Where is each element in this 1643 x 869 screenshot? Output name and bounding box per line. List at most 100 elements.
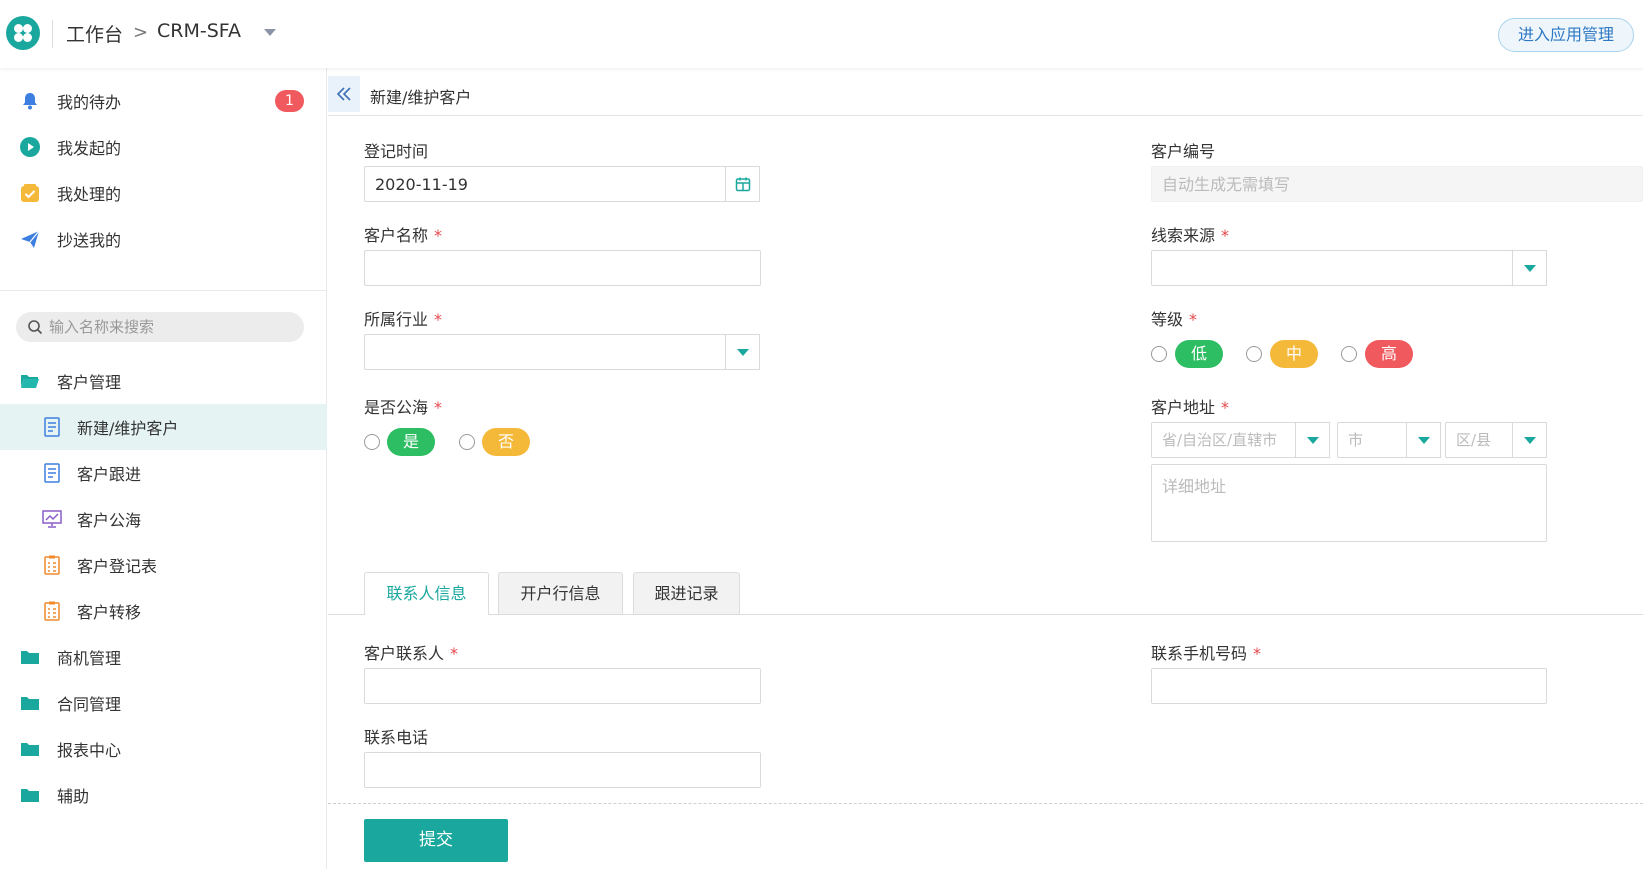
app-logo-icon[interactable] [6,16,40,50]
register-time-input[interactable] [364,166,726,202]
industry-label: 所属行业 * [364,310,443,329]
todo-count-badge: 1 [275,90,304,112]
mobile-input[interactable] [1151,668,1547,704]
contact-person-label: 客户联系人 * [364,644,459,663]
customer-no-label: 客户编号 [1151,142,1216,161]
customer-no-input [1151,166,1643,202]
sidebar-search-input[interactable] [49,312,294,342]
address-label: 客户地址 * [1151,398,1230,417]
sidebar-search[interactable] [16,312,304,342]
district-dropdown-button[interactable] [1512,422,1547,458]
sidebar-item-label: 客户登记表 [77,557,158,576]
mobile-label: 联系手机号码 * [1151,644,1262,663]
public-sea-no-radio[interactable] [459,434,475,450]
level-label: 等级 * [1151,310,1198,329]
province-select[interactable] [1151,422,1296,458]
sidebar-group-contract[interactable]: 合同管理 [0,680,327,726]
header-divider [52,20,53,48]
sidebar-item-label: 我的待办 [57,93,122,112]
required-mark: * [1221,398,1230,417]
chevron-down-icon [1417,436,1430,444]
level-high-tag[interactable]: 高 [1365,340,1413,368]
address-detail-textarea[interactable] [1151,464,1547,542]
city-select[interactable] [1337,422,1407,458]
sidebar-group-report[interactable]: 报表中心 [0,726,327,772]
chevron-down-icon [736,348,749,356]
public-sea-yes-tag[interactable]: 是 [387,428,435,456]
level-high-radio[interactable] [1341,346,1357,362]
sidebar: 我的待办 1 我发起的 我处理的 抄送我的 客户管理 新建/维护客户 [0,68,327,869]
sidebar-item-cc[interactable]: 抄送我的 [0,216,327,262]
folder-icon [18,691,42,715]
required-mark: * [1253,644,1262,663]
public-sea-label: 是否公海 * [364,398,443,417]
main-content: 新建/维护客户 登记时间 客户编号 客户名称* 线索来源* 所属行业* 等级* … [328,68,1643,869]
sidebar-group-opportunity[interactable]: 商机管理 [0,634,327,680]
level-low-tag[interactable]: 低 [1175,340,1223,368]
page-title: 新建/维护客户 [370,88,472,107]
phone-input[interactable] [364,752,761,788]
lead-source-dropdown-button[interactable] [1512,250,1547,286]
sidebar-item-label: 客户转移 [77,603,142,622]
sidebar-item-public-sea[interactable]: 客户公海 [0,496,327,542]
tab-follow-records[interactable]: 跟进记录 [633,572,740,614]
phone-label: 联系电话 [364,728,429,747]
sidebar-item-label: 新建/维护客户 [77,419,179,438]
breadcrumb-app[interactable]: CRM-SFA [157,20,241,42]
footer-divider [328,803,1643,804]
sidebar-item-label: 报表中心 [57,741,122,760]
sidebar-item-transfer[interactable]: 客户转移 [0,588,327,634]
province-dropdown-button[interactable] [1295,422,1330,458]
sidebar-item-label: 商机管理 [57,649,122,668]
industry-dropdown-button[interactable] [725,334,760,370]
sidebar-group-customer[interactable]: 客户管理 [0,358,327,404]
sidebar-item-label: 客户跟进 [77,465,142,484]
public-sea-yes-radio[interactable] [364,434,380,450]
required-mark: * [450,644,459,663]
level-mid-radio[interactable] [1246,346,1262,362]
sidebar-item-label: 合同管理 [57,695,122,714]
chevron-down-icon [1523,436,1536,444]
enter-app-management-button[interactable]: 进入应用管理 [1498,18,1634,52]
breadcrumb-home[interactable]: 工作台 [66,20,123,47]
sidebar-item-handled[interactable]: 我处理的 [0,170,327,216]
sidebar-item-new-customer[interactable]: 新建/维护客户 [0,404,327,450]
form-icon [40,461,64,485]
form-icon [40,415,64,439]
public-sea-no-tag[interactable]: 否 [482,428,530,456]
folder-icon [18,783,42,807]
sidebar-item-label: 我处理的 [57,185,122,204]
sidebar-item-follow-up[interactable]: 客户跟进 [0,450,327,496]
required-mark: * [434,310,443,329]
level-low-radio[interactable] [1151,346,1167,362]
required-mark: * [434,398,443,417]
industry-select[interactable] [364,334,726,370]
collapse-sidebar-button[interactable] [328,76,360,112]
city-dropdown-button[interactable] [1406,422,1441,458]
contact-person-input[interactable] [364,668,761,704]
table-icon [40,553,64,577]
sidebar-item-register-table[interactable]: 客户登记表 [0,542,327,588]
report-icon [40,507,64,531]
level-mid-tag[interactable]: 中 [1270,340,1318,368]
district-select[interactable] [1445,422,1513,458]
sidebar-item-initiated[interactable]: 我发起的 [0,124,327,170]
double-chevron-left-icon [336,87,351,101]
top-header: 工作台 > CRM-SFA 进入应用管理 [0,0,1643,68]
bell-icon [18,89,42,113]
submit-button[interactable]: 提交 [364,819,508,862]
tab-bank-info[interactable]: 开户行信息 [498,572,623,614]
sidebar-item-todo[interactable]: 我的待办 1 [0,78,327,124]
customer-name-input[interactable] [364,250,761,286]
sidebar-group-auxiliary[interactable]: 辅助 [0,772,327,818]
sidebar-item-label: 客户公海 [77,511,142,530]
folder-icon [18,645,42,669]
page-header: 新建/维护客户 [328,76,1643,116]
tab-contact-info[interactable]: 联系人信息 [364,572,489,615]
app-switch-caret-icon[interactable] [264,29,276,36]
paper-plane-icon [18,227,42,251]
lead-source-select[interactable] [1151,250,1513,286]
date-picker-button[interactable] [725,166,760,202]
check-box-icon [18,181,42,205]
play-icon [18,135,42,159]
